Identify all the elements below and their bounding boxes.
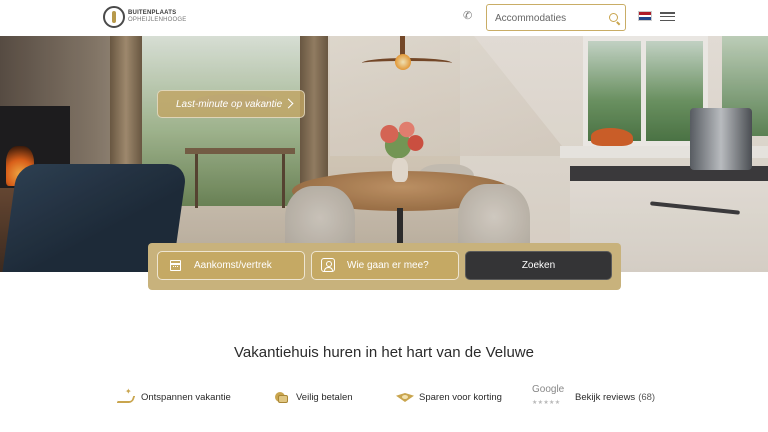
chevron-right-icon bbox=[283, 98, 294, 109]
discount-icon bbox=[396, 390, 412, 404]
hamburger-menu-icon[interactable] bbox=[660, 12, 675, 21]
reviews-link[interactable]: Bekijk reviews (68) bbox=[575, 386, 655, 408]
guests-field[interactable]: Wie gaan er mee? bbox=[311, 251, 459, 280]
reviews-label: Bekijk reviews bbox=[575, 391, 636, 403]
usp-label: Ontspannen vakantie bbox=[141, 391, 231, 403]
site-logo[interactable]: BUITENPLAATS OPHEIJLENHOOGE bbox=[103, 6, 186, 28]
logo-line-2: OPHEIJLENHOOGE bbox=[128, 17, 187, 23]
usp-relax: Ontspannen vakantie bbox=[118, 386, 231, 408]
last-minute-label: Last-minute op vakantie bbox=[176, 98, 283, 110]
guests-label: Wie gaan er mee? bbox=[347, 260, 429, 271]
usp-label: Sparen voor korting bbox=[419, 391, 502, 403]
page-title: Vakantiehuis huren in het hart van de Ve… bbox=[234, 344, 534, 361]
google-logo: Google bbox=[532, 384, 565, 395]
search-icon[interactable] bbox=[609, 13, 618, 22]
date-picker-field[interactable]: Aankomst/vertrek bbox=[157, 251, 305, 280]
last-minute-button[interactable]: Last-minute op vakantie bbox=[157, 90, 305, 118]
star-rating-icon: ★★★★★ bbox=[532, 400, 561, 406]
reviews-count: (68) bbox=[638, 391, 656, 403]
secure-payment-icon bbox=[273, 390, 289, 404]
hero-image: Last-minute op vakantie bbox=[0, 36, 768, 272]
phone-icon[interactable]: ✆ bbox=[463, 10, 475, 22]
site-header: BUITENPLAATS OPHEIJLENHOOGE ✆ bbox=[0, 0, 768, 36]
date-picker-label: Aankomst/vertrek bbox=[194, 260, 272, 271]
accommodation-search bbox=[486, 4, 626, 31]
calendar-icon bbox=[170, 260, 181, 271]
relax-icon bbox=[118, 387, 134, 404]
flag-nl-icon[interactable] bbox=[638, 11, 652, 21]
logo-line-1: BUITENPLAATS bbox=[128, 10, 177, 16]
usp-discount: Sparen voor korting bbox=[396, 386, 502, 408]
usp-payment: Veilig betalen bbox=[273, 386, 353, 408]
search-input[interactable] bbox=[495, 10, 605, 26]
search-button[interactable]: Zoeken bbox=[465, 251, 612, 280]
booking-bar: Aankomst/vertrek Wie gaan er mee? Zoeken bbox=[148, 243, 621, 290]
logo-mark-icon bbox=[103, 6, 125, 28]
usp-label: Veilig betalen bbox=[296, 391, 353, 403]
logo-text: BUITENPLAATS OPHEIJLENHOOGE bbox=[128, 10, 186, 24]
google-rating: Google ★★★★★ bbox=[532, 384, 568, 410]
user-icon bbox=[321, 258, 335, 272]
